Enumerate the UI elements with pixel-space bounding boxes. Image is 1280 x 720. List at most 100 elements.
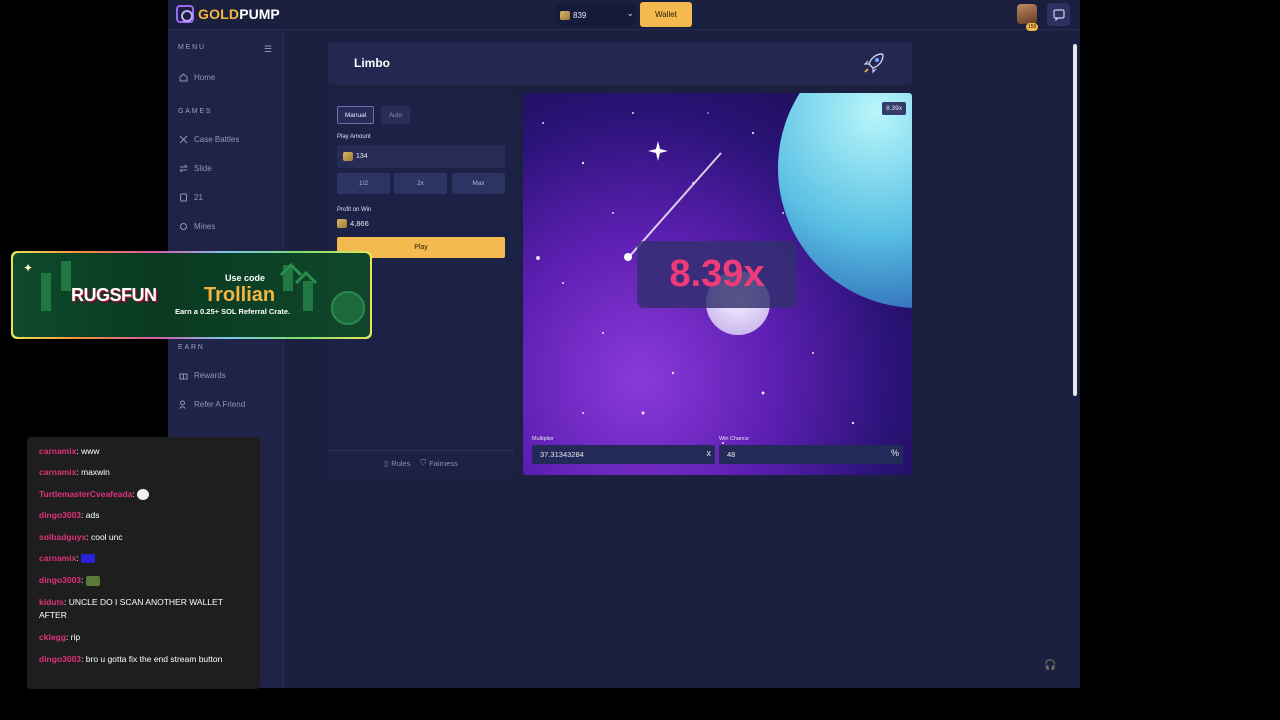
fairness-link[interactable]: ⛉ Fairness	[420, 458, 457, 468]
wallet-button[interactable]: Wallet	[640, 2, 692, 27]
play-amount-value: 134	[356, 153, 368, 160]
sidebar-item-refer[interactable]: Refer A Friend	[178, 399, 245, 409]
chat-message: carnamix: www	[39, 446, 100, 456]
chat-message: cklegg: rip	[39, 632, 81, 642]
app-window: GOLD PUMP 839 ⌄ Wallet 150 MENU ☰ Home GA…	[168, 0, 1080, 688]
sidebar-item-label: 21	[194, 192, 203, 202]
multiplier-label: Multiplier	[532, 436, 555, 442]
chat-username: dingo3003	[39, 510, 82, 520]
scrollbar[interactable]	[1071, 36, 1079, 688]
sidebar-item-label: Rewards	[194, 370, 226, 380]
sidebar-item-case-battles[interactable]: Case Battles	[178, 134, 239, 144]
last-result-badge: 8.39x	[882, 102, 906, 115]
tab-auto[interactable]: Auto	[381, 106, 410, 124]
double-button[interactable]: 2x	[394, 173, 447, 194]
games-heading: GAMES	[178, 108, 213, 115]
chart-decoration	[41, 261, 318, 311]
chat-message: carnamix:	[39, 552, 251, 565]
gift-icon	[178, 370, 188, 380]
chat-text: www	[81, 446, 100, 456]
multiplier-suffix: x	[706, 448, 712, 458]
chat-message: TurtlemasterCveafeada:	[39, 488, 251, 501]
balance-selector[interactable]: 839 ⌄	[556, 4, 636, 26]
shield-icon: ⛉	[420, 458, 427, 467]
game-stage: 8.39x 8.39x Multiplier 37.31343284 x Win…	[523, 93, 912, 475]
sidebar-item-label: Refer A Friend	[194, 399, 246, 409]
top-bar: GOLD PUMP 839 ⌄ Wallet 150	[168, 0, 1080, 31]
chat-username: carnamix	[39, 467, 77, 477]
chat-message: solbadguyx: cool unc	[39, 532, 123, 542]
promo-logo: RUGSFUN	[71, 285, 157, 305]
main-content: Limbo Manual Auto Play Amount 134 1/2 2x…	[285, 30, 1071, 688]
fairness-label: Fairness	[429, 458, 458, 468]
chat-username: TurtlemasterCveafeada	[39, 489, 133, 499]
chat-username: cklegg	[39, 632, 66, 642]
profit-label: Profit on Win	[337, 207, 372, 213]
sidebar-item-rewards[interactable]: Rewards	[178, 370, 226, 380]
chat-text: maxwin	[81, 467, 110, 477]
sidebar-item-label: Slide	[194, 163, 212, 173]
rules-label: Rules	[391, 458, 411, 468]
win-chance-value: 48	[727, 450, 736, 459]
emote-icon	[85, 575, 100, 586]
game-header: Limbo	[328, 42, 912, 85]
chat-message: dingo3003: bro u gotta fix the end strea…	[39, 654, 223, 664]
headset-icon[interactable]: 🎧	[1044, 660, 1056, 671]
emote-icon	[81, 554, 96, 564]
promo-code: Trollian	[204, 284, 276, 306]
chat-username: solbadguyx	[39, 532, 87, 542]
chat-message: dingo3003:	[39, 574, 251, 587]
play-amount-input[interactable]: 134	[337, 145, 505, 168]
chat-username: dingo3003	[39, 575, 82, 585]
page-title: Limbo	[354, 56, 390, 70]
logo-text-gold: GOLD	[198, 6, 240, 22]
sidebar-item-mines[interactable]: Mines	[178, 221, 215, 231]
sidebar-item-home[interactable]: Home	[178, 72, 215, 82]
profit-value: 4,866	[350, 219, 369, 228]
earn-heading: EARN	[178, 344, 205, 351]
coin-icon	[560, 10, 570, 20]
sidebar-item-slide[interactable]: Slide	[178, 163, 212, 173]
play-amount-label: Play Amount	[337, 134, 371, 140]
logo[interactable]: GOLD PUMP	[176, 5, 280, 23]
collapse-menu-icon[interactable]: ☰	[264, 44, 272, 55]
swords-icon	[178, 134, 188, 144]
chat-icon	[1052, 8, 1065, 21]
win-chance-suffix: %	[890, 448, 899, 458]
multiplier-value: 37.31343284	[540, 450, 584, 459]
chat-toggle-button[interactable]	[1047, 3, 1070, 26]
chat-text: rip	[70, 632, 81, 642]
chat-username: kiduts	[39, 597, 65, 607]
sidebar-item-label: Case Battles	[194, 134, 240, 144]
promo-use-code: Use code	[225, 273, 266, 283]
result-multiplier: 8.39x	[637, 241, 797, 308]
win-chance-input[interactable]: 48 %	[719, 445, 903, 464]
balance-value: 839	[573, 10, 587, 20]
chat-username: carnamix	[39, 446, 77, 456]
document-icon: ▯	[384, 458, 389, 468]
bet-settings-bar: Multiplier 37.31343284 x Win Chance 48 %	[523, 428, 912, 475]
sidebar-item-label: Mines	[194, 221, 216, 231]
rules-link[interactable]: ▯ Rules	[384, 459, 410, 468]
half-button[interactable]: 1/2	[337, 173, 390, 194]
tab-manual[interactable]: Manual	[337, 106, 374, 124]
max-button[interactable]: Max	[452, 173, 505, 194]
promo-banner: ✦ ✦ RUGSFUN Use code Trollian Earn a 0.2…	[11, 251, 372, 339]
coin-icon	[343, 152, 353, 161]
user-plus-icon	[178, 399, 188, 409]
emote-icon	[137, 489, 150, 501]
chat-text: bro u gotta fix the end stream button	[85, 654, 223, 664]
avatar[interactable]	[1017, 4, 1037, 24]
chat-message: kiduts: UNCLE DO I SCAN ANOTHER WALLET A…	[39, 597, 223, 620]
promo-subtitle: Earn a 0.25+ SOL Referral Crate.	[175, 307, 291, 316]
multiplier-input[interactable]: 37.31343284 x	[532, 445, 715, 464]
chat-message: dingo3003: ads	[39, 510, 100, 520]
win-chance-label: Win Chance	[719, 436, 749, 442]
stream-chat: carnamix: www carnamix: maxwin Turtlemas…	[27, 437, 260, 689]
menu-heading: MENU	[178, 44, 206, 51]
profit-value-row: 4,866	[337, 219, 369, 228]
sidebar-item-21[interactable]: 21	[178, 192, 203, 202]
sol-coin-icon	[331, 291, 365, 325]
scroll-thumb[interactable]	[1073, 44, 1077, 396]
rocket-icon	[863, 53, 884, 74]
